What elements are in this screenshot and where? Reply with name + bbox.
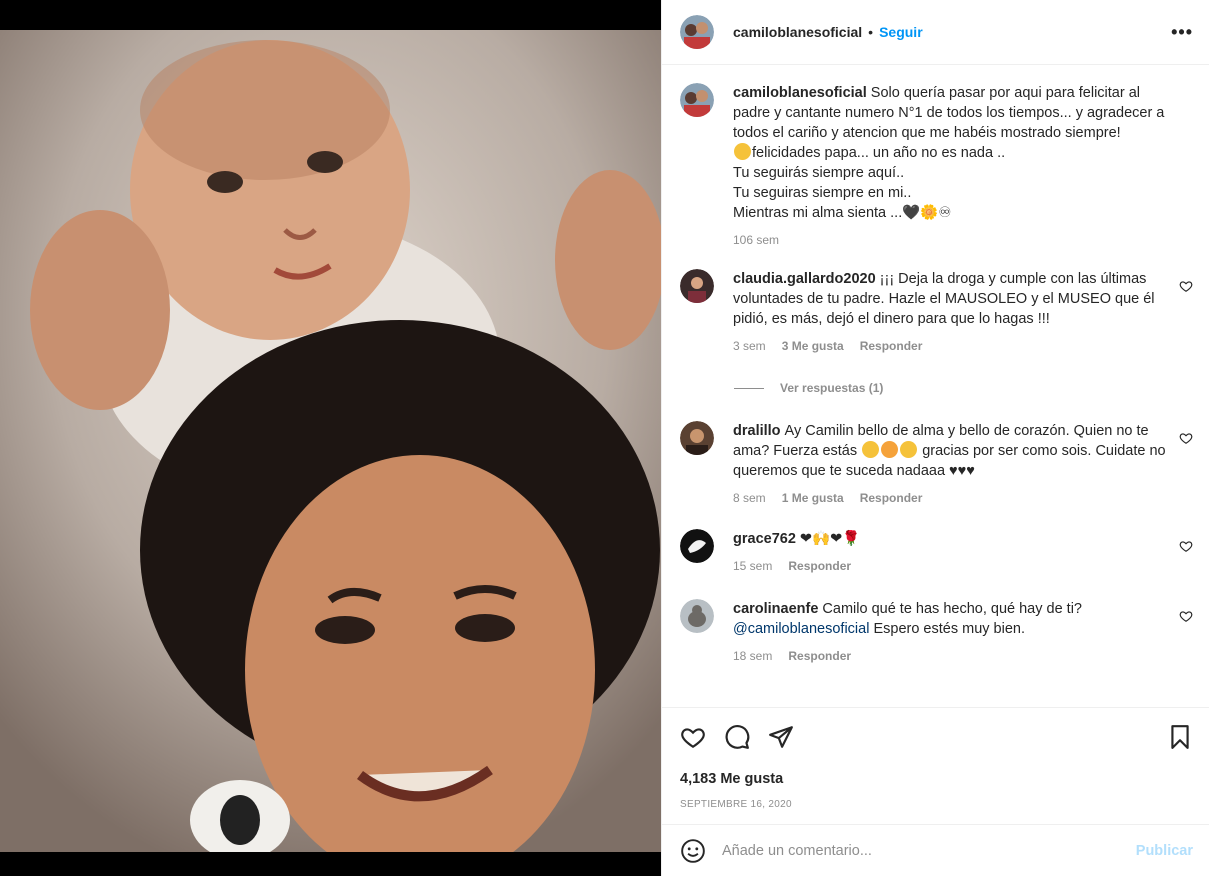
astonished-emoji-icon [862,441,880,458]
reply-button[interactable]: Responder [860,491,923,505]
comment-meta: 18 sem Responder [733,649,1169,663]
post-side-panel: camiloblanesoficial • Seguir ••• camilob… [661,0,1209,876]
comment-time[interactable]: 18 sem [733,649,772,663]
post-header: camiloblanesoficial • Seguir ••• [662,0,1209,65]
comment-text: claudia.gallardo2020 ¡¡¡ Deja la droga y … [733,269,1169,329]
comment-time[interactable]: 15 sem [733,559,772,573]
more-options-icon[interactable]: ••• [1171,22,1193,43]
publish-button[interactable]: Publicar [1136,843,1193,859]
commenter-avatar[interactable] [680,529,714,563]
comment-like-heart-icon[interactable] [1179,539,1193,553]
caption-line-3: Tu seguirás siempre aquí.. [733,165,905,181]
comment-like-heart-icon[interactable] [1179,279,1193,293]
post-date[interactable]: SEPTIEMBRE 16, 2020 [662,787,1209,810]
commenter-avatar[interactable] [680,421,714,455]
comment-meta: 15 sem Responder [733,559,1169,573]
comment-meta: 8 sem 1 Me gusta Responder [733,491,1169,505]
comment-username[interactable]: carolinaenfe [733,601,818,617]
photo-illustration [0,30,661,852]
share-paper-plane-icon[interactable] [768,724,794,750]
caption-line-5: Mientras mi alma sienta ...🖤🌼♾ [733,205,952,221]
likes-count[interactable]: 4,183 Me gusta [662,765,1209,787]
like-heart-icon[interactable] [680,724,706,750]
replies-divider [734,387,764,389]
add-comment-input[interactable] [722,842,1136,859]
caption-text: camiloblanesoficial Solo quería pasar por… [733,83,1165,143]
comment-body: Camilo qué te has hecho, qué hay de ti? [822,601,1082,617]
reply-button[interactable]: Responder [788,559,851,573]
post-media [0,0,661,876]
caption: camiloblanesoficial Solo quería pasar por… [680,83,1193,247]
follow-button[interactable]: Seguir [879,24,923,40]
comments-list[interactable]: camiloblanesoficial Solo quería pasar por… [662,65,1209,707]
comment-item: claudia.gallardo2020 ¡¡¡ Deja la droga y … [680,269,1193,353]
astonished-emoji-icon [900,441,918,458]
comment-text: dralillo Ay Camilin bello de alma y bello… [733,421,1169,481]
comment-body-continued: Espero estés muy bien. [873,621,1025,637]
comment-username[interactable]: claudia.gallardo2020 [733,271,876,287]
post-actions-bar [662,707,1209,765]
commenter-avatar[interactable] [680,599,714,633]
comment-bubble-icon[interactable] [724,724,750,750]
comment-text: carolinaenfe Camilo qué te has hecho, qué… [733,599,1169,639]
comment-likes[interactable]: 1 Me gusta [782,491,844,505]
wink-kiss-emoji-icon [734,143,751,160]
add-comment-bar: Publicar [662,824,1209,876]
comment-item: grace762 ❤🙌❤🌹 15 sem Responder [680,529,1193,573]
comment-likes[interactable]: 3 Me gusta [782,339,844,353]
caption-avatar[interactable] [680,83,714,117]
emoji-smiley-icon[interactable] [680,838,706,864]
comment-time[interactable]: 8 sem [733,491,766,505]
reply-button[interactable]: Responder [788,649,851,663]
commenter-avatar[interactable] [680,269,714,303]
post-photo[interactable] [0,30,661,852]
view-replies-button[interactable]: Ver respuestas (1) [734,381,1193,395]
instagram-post-modal: camiloblanesoficial • Seguir ••• camilob… [0,0,1209,876]
comment-like-heart-icon[interactable] [1179,431,1193,445]
separator-dot: • [868,24,874,40]
comment-time[interactable]: 3 sem [733,339,766,353]
comment-username[interactable]: dralillo [733,423,781,439]
comment-item: dralillo Ay Camilin bello de alma y bello… [680,421,1193,505]
caption-time[interactable]: 106 sem [733,233,779,247]
caption-line-4: Tu seguiras siempre en mi.. [733,185,912,201]
save-bookmark-icon[interactable] [1167,724,1193,750]
author-avatar[interactable] [680,15,714,49]
caption-line-2: felicidades papa... un año no es nada .. [752,145,1006,161]
comment-like-heart-icon[interactable] [1179,609,1193,623]
comment-text: grace762 ❤🙌❤🌹 [733,529,1169,549]
star-struck-emoji-icon [881,441,899,458]
comment-item: carolinaenfe Camilo qué te has hecho, qué… [680,599,1193,663]
comment-body: ❤🙌❤🌹 [799,531,861,547]
reply-button[interactable]: Responder [860,339,923,353]
comment-username[interactable]: grace762 [733,531,796,547]
author-username[interactable]: camiloblanesoficial [733,24,862,40]
caption-meta: 106 sem [733,233,1165,247]
comment-meta: 3 sem 3 Me gusta Responder [733,339,1169,353]
view-replies-label[interactable]: Ver respuestas (1) [780,381,883,395]
caption-username[interactable]: camiloblanesoficial [733,85,867,101]
mention-link[interactable]: @camiloblanesoficial [733,621,869,637]
